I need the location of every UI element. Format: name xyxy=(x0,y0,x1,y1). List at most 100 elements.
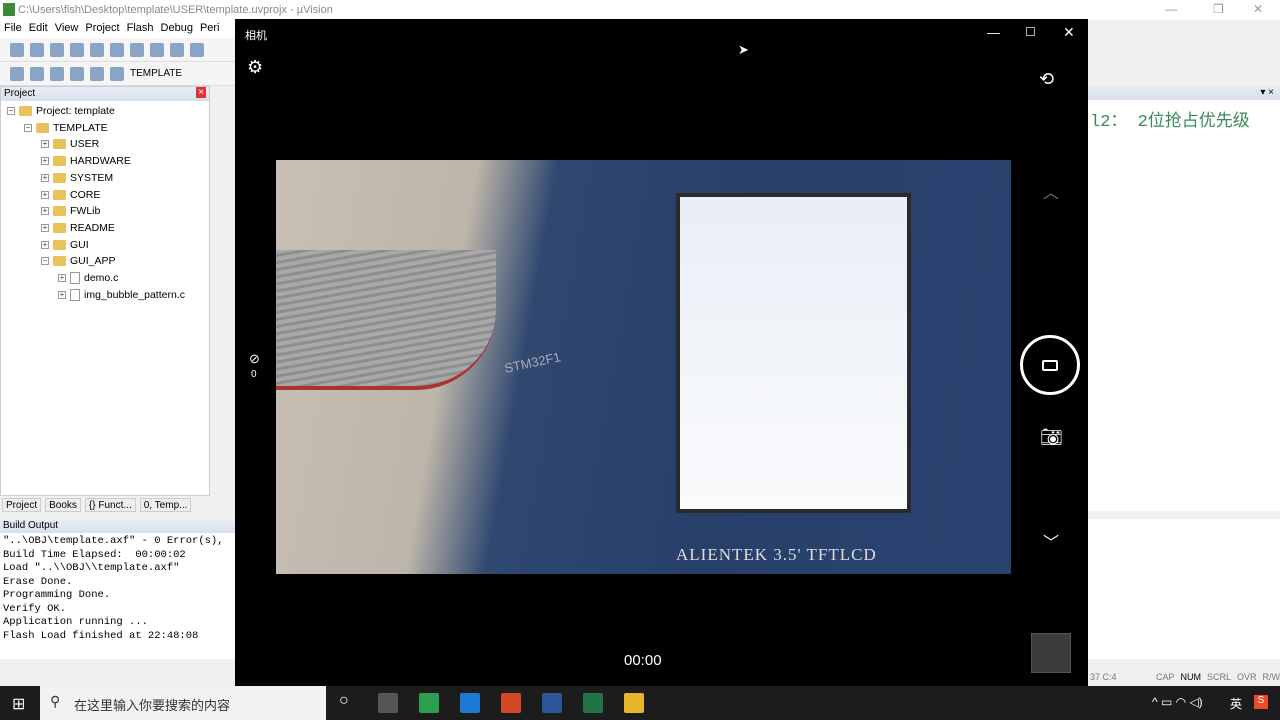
back-icon[interactable] xyxy=(190,42,204,57)
menu-file[interactable]: File xyxy=(4,22,22,36)
chevron-up-icon[interactable]: ︿ xyxy=(1043,179,1059,203)
save-icon[interactable] xyxy=(50,42,64,57)
expand-icon[interactable]: + xyxy=(41,190,49,199)
switch-camera-icon[interactable]: ⟲ xyxy=(1039,69,1054,90)
tray-icons[interactable]: ^ ▭ ◠ ◁) xyxy=(1152,695,1203,709)
tree-item[interactable]: + README xyxy=(41,222,115,234)
sogou-ime-icon[interactable]: S xyxy=(1254,695,1268,709)
cut-icon[interactable] xyxy=(90,42,104,57)
minimize-icon[interactable]: — xyxy=(1165,2,1177,16)
expand-icon[interactable]: + xyxy=(41,157,49,166)
taskbar-app-camera-icon[interactable] xyxy=(378,693,398,713)
tree-item[interactable]: + demo.c xyxy=(58,272,118,284)
tree-item[interactable]: + CORE xyxy=(41,189,100,201)
taskbar-app-edge-icon[interactable] xyxy=(460,693,480,713)
menu-debug[interactable]: Debug xyxy=(161,22,193,36)
expand-icon[interactable]: + xyxy=(41,207,49,216)
menu-flash[interactable]: Flash xyxy=(127,22,154,36)
editor-header: ▾ × xyxy=(1088,86,1280,100)
menu-peripherals[interactable]: Peri xyxy=(200,22,220,36)
panel-tabs: Project Books {} Funct... 0, Temp... xyxy=(0,496,210,514)
expand-icon[interactable]: − xyxy=(7,107,15,115)
tree-item[interactable]: + HARDWARE xyxy=(41,155,131,167)
tree-item[interactable]: − GUI_APP xyxy=(41,255,116,267)
new-file-icon[interactable] xyxy=(10,42,24,57)
copy-icon[interactable] xyxy=(110,42,124,57)
tree-item-label: img_bubble_pattern.c xyxy=(84,288,185,301)
menu-edit[interactable]: Edit xyxy=(29,22,48,36)
tree-item[interactable]: + img_bubble_pattern.c xyxy=(58,288,185,301)
expand-icon[interactable]: + xyxy=(58,274,66,282)
tree-item[interactable]: + SYSTEM xyxy=(41,172,113,184)
tree-item-label: Project: template xyxy=(36,105,115,117)
paste-icon[interactable] xyxy=(130,42,144,57)
close-editor-icon[interactable]: ▾ × xyxy=(1260,87,1274,98)
folder-icon xyxy=(53,206,66,217)
menu-bar: File Edit View Project Flash Debug Peri xyxy=(0,20,235,38)
camera-title: 相机 xyxy=(245,30,267,42)
tree-item[interactable]: − TEMPLATE xyxy=(24,122,108,134)
tab-functions[interactable]: {} Funct... xyxy=(84,498,136,512)
gallery-thumbnail[interactable] xyxy=(1031,633,1071,673)
tree-item-label: HARDWARE xyxy=(70,155,131,168)
folder-icon xyxy=(53,172,66,183)
photo-camera-icon[interactable]: 📷︎ xyxy=(1040,427,1063,448)
save-all-icon[interactable] xyxy=(70,42,84,57)
expand-icon[interactable]: − xyxy=(24,123,32,132)
undo-icon[interactable] xyxy=(150,42,164,57)
settings-gear-icon[interactable]: ⚙ xyxy=(247,57,263,78)
ime-indicator[interactable]: 英 xyxy=(1230,695,1242,712)
tree-item[interactable]: − Project: template xyxy=(7,105,115,117)
build-icon[interactable] xyxy=(30,66,44,81)
tab-books[interactable]: Books xyxy=(45,498,81,512)
folder-icon xyxy=(53,156,66,167)
camera-viewfinder: STM32F1 ALIENTEK 3.5' TFTLCD xyxy=(276,160,1011,574)
taskbar-app-word-icon[interactable] xyxy=(542,693,562,713)
task-view-icon[interactable]: ○ xyxy=(339,692,349,710)
stop-build-icon[interactable] xyxy=(90,66,104,81)
toolbar-file xyxy=(0,38,240,62)
batch-build-icon[interactable] xyxy=(70,66,84,81)
taskbar-search-box[interactable]: ⚲ 在这里输入你要搜索的内容 xyxy=(40,686,326,720)
windows-start-icon[interactable]: ⊞ xyxy=(12,694,25,714)
tree-item-label: USER xyxy=(70,138,100,151)
tab-templates[interactable]: 0, Temp... xyxy=(139,498,192,512)
taskbar-app-excel-v-icon[interactable] xyxy=(583,693,603,713)
tree-item[interactable]: + GUI xyxy=(41,239,89,251)
translate-icon[interactable] xyxy=(10,66,24,81)
close-panel-icon[interactable]: × xyxy=(196,87,206,98)
maximize-icon[interactable]: ❐ xyxy=(1213,2,1224,16)
editor-pane: ▾ × l2： 2位抢占优先级 xyxy=(1088,86,1280,511)
load-icon[interactable] xyxy=(110,66,124,81)
build-output-header: Build Output xyxy=(0,519,236,533)
close-icon[interactable]: ✕ xyxy=(1253,2,1263,16)
tree-item[interactable]: + FWLib xyxy=(41,205,100,217)
expand-icon[interactable]: + xyxy=(41,140,49,149)
expand-icon[interactable]: + xyxy=(41,173,49,182)
taskbar-app-powerpoint-icon[interactable] xyxy=(501,693,521,713)
close-icon[interactable]: ✕ xyxy=(1063,24,1075,41)
maximize-icon[interactable]: ☐ xyxy=(1025,25,1036,39)
taskbar-app-app-green-icon[interactable] xyxy=(419,693,439,713)
redo-icon[interactable] xyxy=(170,42,184,57)
tree-item[interactable]: + USER xyxy=(41,138,99,150)
taskbar-app-explorer-icon[interactable] xyxy=(624,693,644,713)
expand-icon[interactable]: + xyxy=(58,290,66,299)
menu-view[interactable]: View xyxy=(55,22,79,36)
target-select[interactable]: TEMPLATE xyxy=(130,68,182,79)
timer-icon[interactable]: ⊘ xyxy=(249,351,260,367)
open-icon[interactable] xyxy=(30,42,44,57)
panel-title: Project xyxy=(4,88,36,99)
expand-icon[interactable]: + xyxy=(41,240,49,249)
minimize-icon[interactable]: — xyxy=(987,25,1000,40)
tab-project[interactable]: Project xyxy=(2,498,42,512)
expand-icon[interactable]: − xyxy=(41,257,49,266)
status-cap: CAP xyxy=(1155,672,1175,682)
record-video-button[interactable] xyxy=(1020,335,1080,395)
folder-icon xyxy=(53,256,66,267)
chevron-down-icon[interactable]: ﹀ xyxy=(1043,529,1059,553)
rebuild-icon[interactable] xyxy=(50,66,64,81)
menu-project[interactable]: Project xyxy=(85,22,119,36)
folder-icon xyxy=(53,239,66,250)
expand-icon[interactable]: + xyxy=(41,223,49,232)
